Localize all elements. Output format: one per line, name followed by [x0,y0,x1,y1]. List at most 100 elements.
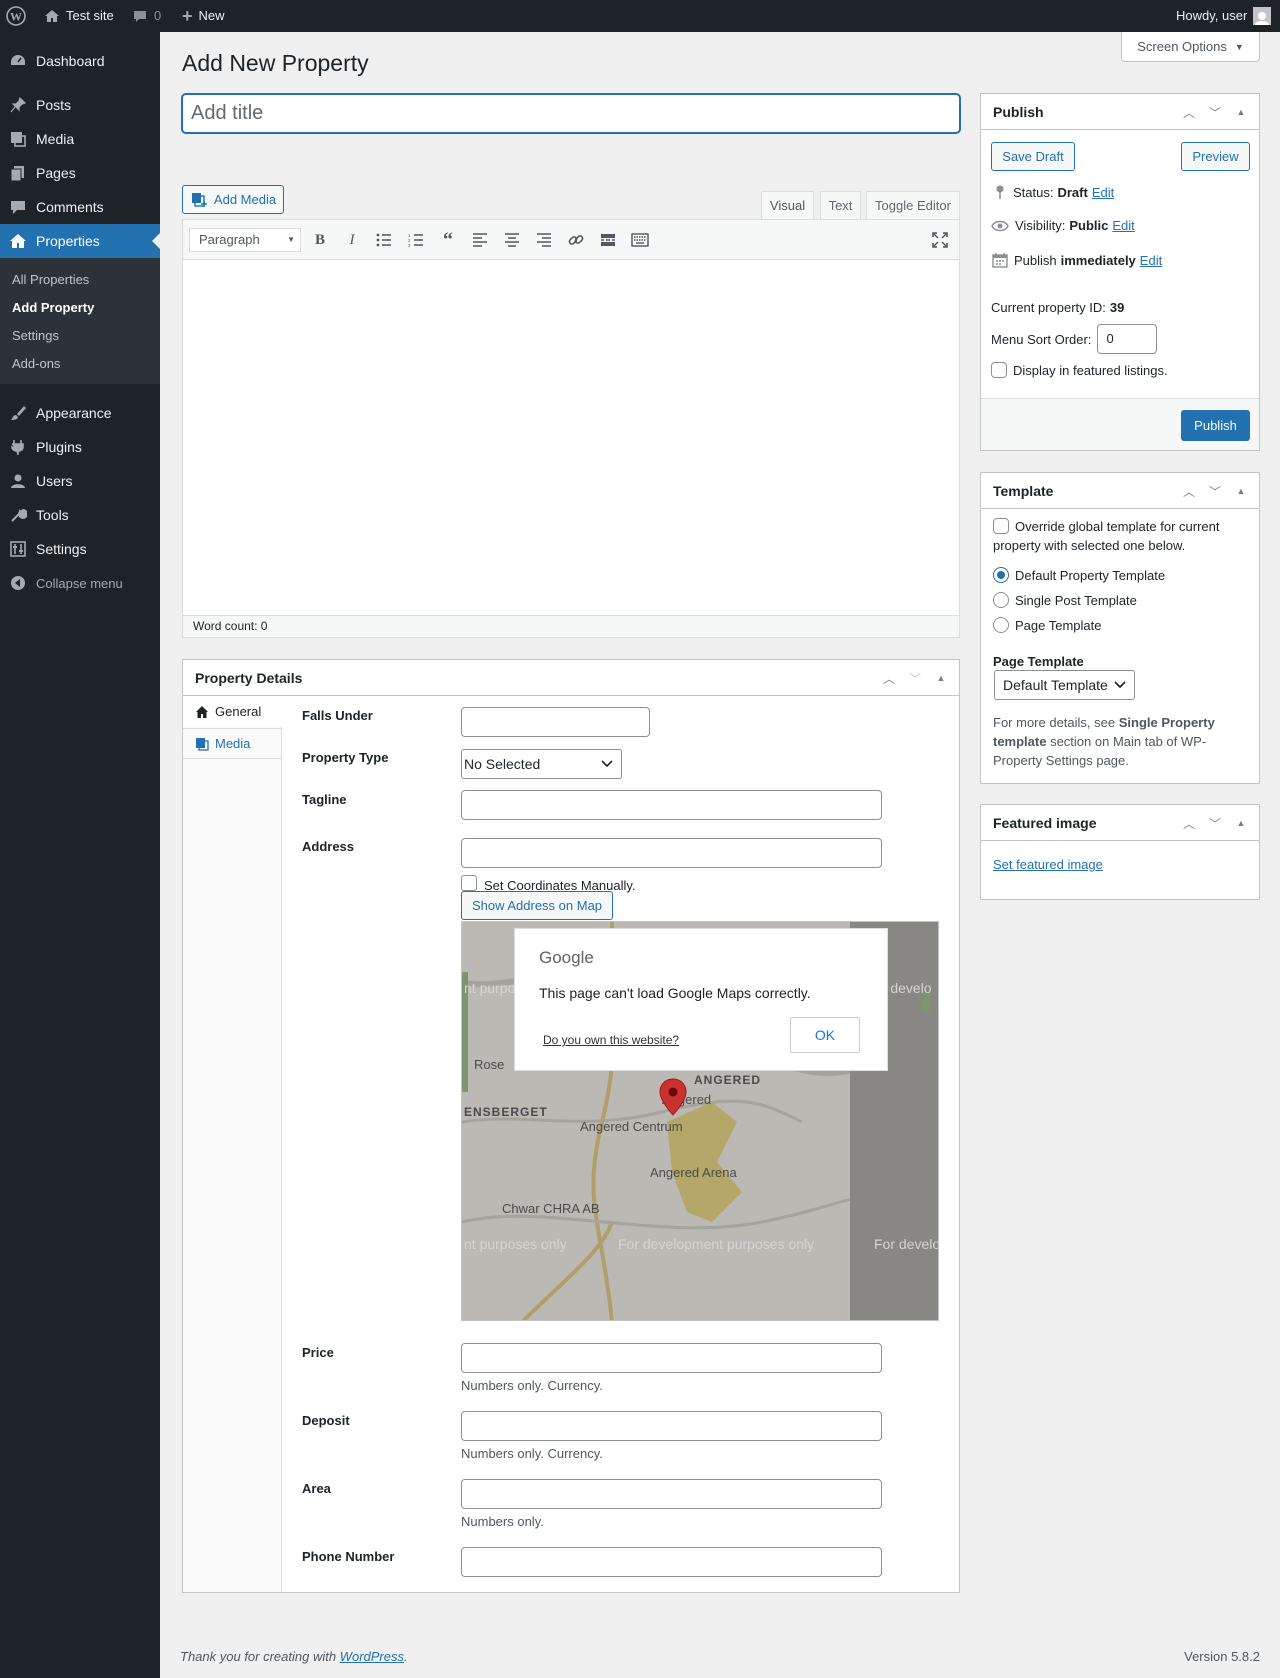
collapse-arrow-icon[interactable]: ▲ [1231,107,1251,117]
collapse-arrow-icon[interactable]: ▲ [1231,486,1251,496]
keyboard-icon[interactable] [629,230,651,250]
edit-visibility-link[interactable]: Edit [1112,218,1134,233]
site-name-link[interactable]: Test site [44,0,114,32]
price-input[interactable] [461,1343,882,1373]
account-menu[interactable]: Howdy, user [1176,0,1272,32]
template-radio-default[interactable] [993,567,1009,583]
sidebar-item-label: Properties [36,233,100,249]
bold-icon[interactable]: B [309,230,331,250]
status-label: Status: [1013,184,1054,200]
submenu-all-properties[interactable]: All Properties [12,272,89,287]
edit-status-link[interactable]: Edit [1092,185,1114,200]
home-icon [196,705,208,718]
template-radio-single-post[interactable] [993,592,1009,608]
tab-text[interactable]: Text [820,191,861,220]
falls-under-label: Falls Under [302,708,373,723]
numbered-list-icon[interactable]: 123 [405,230,427,250]
tagline-input[interactable] [461,790,882,820]
sidebar-item-properties[interactable]: Properties [0,224,160,258]
address-input[interactable] [461,838,882,868]
move-up-icon[interactable]: ︿ [1179,104,1199,121]
bulleted-list-icon[interactable] [373,230,395,250]
format-select[interactable]: Paragraph ▼ [189,228,301,252]
tab-general[interactable]: General [183,696,283,727]
template-radio-page[interactable] [993,617,1009,633]
wordpress-link[interactable]: WordPress [340,1649,404,1664]
map-ok-button[interactable]: OK [790,1017,860,1053]
sidebar-item-label: Pages [36,165,76,181]
svg-text:3: 3 [408,243,411,247]
sidebar-item-media[interactable]: Media [0,122,160,156]
sidebar-item-settings[interactable]: Settings [0,532,160,566]
show-address-on-map-button[interactable]: Show Address on Map [461,891,613,920]
schedule-row: Publish immediately Edit [992,252,1162,268]
address-label: Address [302,839,355,854]
move-down-icon[interactable]: ﹀ [905,670,925,687]
title-input[interactable] [182,94,960,133]
publish-label: Publish [1014,252,1057,268]
add-media-button[interactable]: Add Media [182,185,284,214]
move-down-icon[interactable]: ﹀ [1205,104,1225,121]
save-draft-button[interactable]: Save Draft [991,142,1075,171]
phone-number-input[interactable] [461,1547,882,1577]
visibility-value: Public [1069,218,1109,233]
align-center-icon[interactable] [501,230,523,250]
sidebar-item-appearance[interactable]: Appearance [0,396,160,430]
deposit-note: Numbers only. Currency. [461,1446,603,1461]
home-icon [0,232,36,250]
read-more-icon[interactable] [597,230,619,250]
google-logo: Google [539,948,594,967]
set-featured-image-link[interactable]: Set featured image [993,857,1103,872]
submenu-add-property[interactable]: Add Property [12,300,94,315]
collapse-arrow-icon[interactable]: ▲ [1231,818,1251,828]
property-id-label: Current property ID: [991,300,1106,315]
editor-toolbar: Paragraph ▼ B I 123 “ [183,220,959,260]
tab-toggle-editor[interactable]: Toggle Editor [866,191,960,220]
map[interactable]: nt purpo or develo nt purposes only For … [461,921,939,1321]
publish-button[interactable]: Publish [1181,410,1250,441]
falls-under-input[interactable] [461,707,650,737]
collapse-arrow-icon[interactable]: ▲ [931,673,951,683]
collapse-menu-button[interactable]: Collapse menu [0,566,160,600]
move-up-icon[interactable]: ︿ [1179,483,1199,500]
page-template-select[interactable]: Default Template [994,670,1135,700]
pin-icon [0,96,36,114]
set-coordinates-checkbox[interactable] [461,874,477,891]
preview-button[interactable]: Preview [1181,142,1250,171]
sidebar-item-pages[interactable]: Pages [0,156,160,190]
blockquote-icon[interactable]: “ [437,229,459,251]
sort-order-input[interactable]: 0 [1097,324,1158,354]
screen-options-button[interactable]: Screen Options ▼ [1121,32,1260,62]
edit-schedule-link[interactable]: Edit [1140,253,1162,268]
move-up-icon[interactable]: ︿ [879,670,899,687]
italic-icon[interactable]: I [341,230,363,250]
area-input[interactable] [461,1479,882,1509]
new-content-link[interactable]: + New [182,0,225,32]
sidebar-item-plugins[interactable]: Plugins [0,430,160,464]
tab-visual[interactable]: Visual [761,191,814,220]
sidebar-item-posts[interactable]: Posts [0,88,160,122]
wordpress-logo-icon[interactable]: W [6,0,26,32]
submenu-settings[interactable]: Settings [12,328,59,343]
sidebar-item-users[interactable]: Users [0,464,160,498]
fullscreen-icon[interactable] [929,230,951,250]
sidebar-item-comments[interactable]: Comments [0,190,160,224]
comments-link[interactable]: 0 [132,0,161,32]
move-down-icon[interactable]: ﹀ [1205,815,1225,832]
deposit-input[interactable] [461,1411,882,1441]
align-left-icon[interactable] [469,230,491,250]
align-right-icon[interactable] [533,230,555,250]
featured-checkbox[interactable] [991,362,1007,378]
submenu-add-ons[interactable]: Add-ons [12,356,60,371]
sidebar-item-tools[interactable]: Tools [0,498,160,532]
sidebar-item-dashboard[interactable]: Dashboard [0,44,160,78]
caret-down-icon: ▼ [287,235,295,244]
move-up-icon[interactable]: ︿ [1179,815,1199,832]
link-icon[interactable] [565,230,587,250]
own-website-link[interactable]: Do you own this website? [543,1033,679,1047]
property-type-select[interactable]: No Selected [461,749,622,779]
tab-media[interactable]: Media [183,728,282,759]
move-down-icon[interactable]: ﹀ [1205,483,1225,500]
avatar [1253,7,1272,25]
override-checkbox[interactable] [993,518,1009,534]
